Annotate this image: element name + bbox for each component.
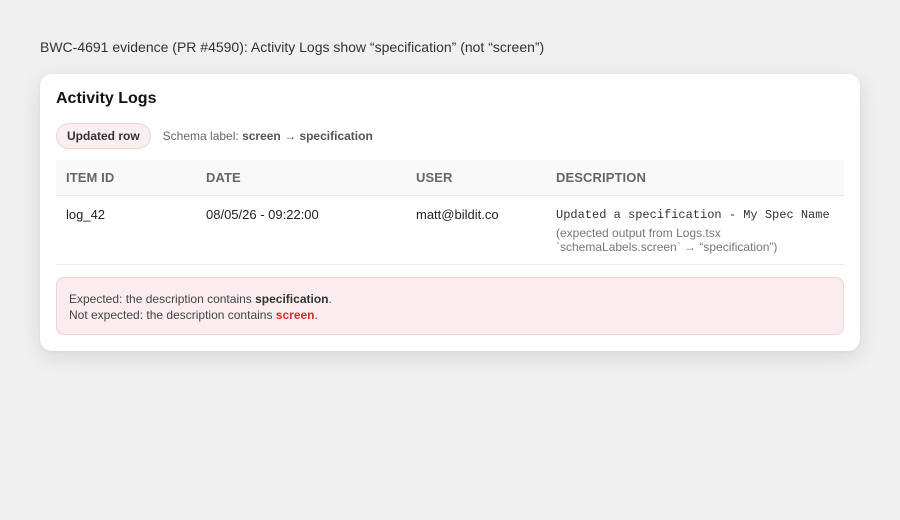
badge-row: Updated row Schema label: screen → speci… [56,122,373,150]
not-expected-line: Not expected: the description contains s… [69,307,831,323]
activity-logs-table: ITEM ID DATE USER DESCRIPTION log_42 08/… [56,160,844,265]
schema-label-value: screen → specification [242,129,373,143]
table-header: ITEM ID DATE USER DESCRIPTION [56,160,844,196]
column-header-item-id[interactable]: ITEM ID [66,170,114,185]
not-expected-term: screen [275,308,315,322]
description-text: Updated a specification - My Spec Name [556,208,830,222]
description-note: (expected output from Logs.tsx `schemaLa… [556,226,842,254]
table-row[interactable]: log_42 08/05/26 - 09:22:00 matt@bildit.c… [56,196,844,265]
description-note-line-1: (expected output from Logs.tsx [556,226,721,240]
not-expected-prefix: Not expected: the description contains [69,308,276,322]
cell-description: Updated a specification - My Spec Name (… [556,207,842,254]
evidence-title: BWC-4691 evidence (PR #4590): Activity L… [40,39,545,55]
updated-row-badge: Updated row [56,123,151,149]
not-expected-suffix: . [314,308,318,322]
activity-logs-card: Activity Logs Updated row Schema label: … [40,74,860,351]
schema-label: Schema label: screen → specification [163,129,373,143]
card-title: Activity Logs [56,90,157,107]
schema-label-prefix: Schema label: [162,129,243,143]
cell-user: matt@bildit.co [416,207,499,222]
cell-date: 08/05/26 - 09:22:00 [206,207,319,222]
expectation-alert: Expected: the description contains speci… [56,277,844,335]
expected-prefix: Expected: the description contains [69,292,256,306]
description-note-line-2: `schemaLabels.screen` → “specification”) [556,240,778,254]
column-header-date[interactable]: DATE [206,170,241,185]
expected-suffix: . [328,292,332,306]
cell-item-id: log_42 [66,207,106,222]
column-header-user[interactable]: USER [416,170,453,185]
expected-term: specification [255,292,329,306]
column-header-description[interactable]: DESCRIPTION [556,170,842,185]
expected-line: Expected: the description contains speci… [69,291,831,307]
